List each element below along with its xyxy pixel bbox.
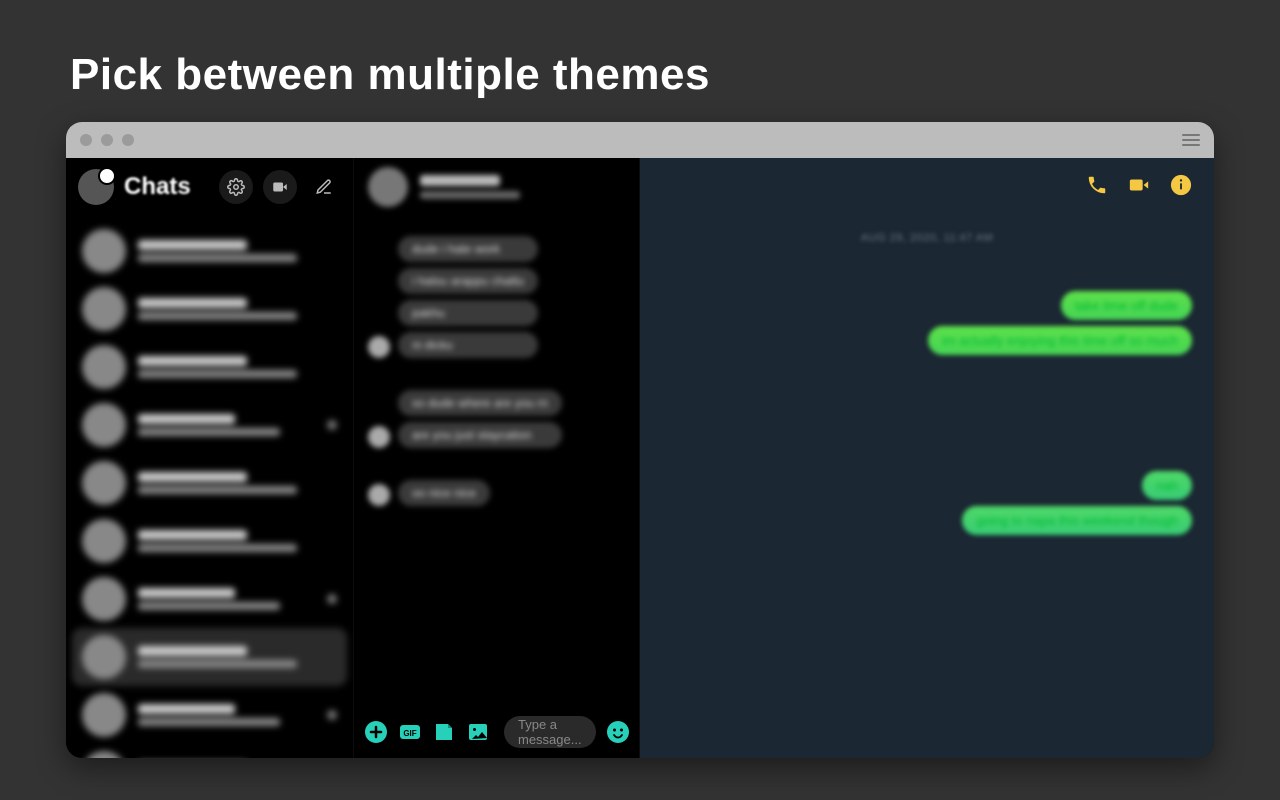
video-icon xyxy=(1128,174,1150,196)
chat-item[interactable] xyxy=(72,338,347,396)
outgoing-row: going to napa this weekend though xyxy=(662,506,1192,535)
outgoing-bubble: im actually enjoying this time off so mu… xyxy=(928,326,1192,355)
chats-title: Chats xyxy=(124,173,209,201)
video-call-button[interactable] xyxy=(1128,174,1150,201)
chat-item[interactable] xyxy=(72,744,347,758)
minimize-dot[interactable] xyxy=(101,134,113,146)
compose-button[interactable] xyxy=(307,170,341,204)
window-titlebar xyxy=(66,122,1214,158)
mid-column: dude i hate work i hatsu arappu chattu p… xyxy=(354,158,640,758)
incoming-bubble: so dude where are you rn xyxy=(398,390,562,416)
contact-avatar xyxy=(368,167,408,207)
incoming-bubble: pakhu xyxy=(398,300,538,326)
sender-avatar xyxy=(368,336,390,358)
chat-sidebar: Chats xyxy=(66,158,354,758)
sidebar-header: Chats xyxy=(66,158,353,216)
plus-circle-icon xyxy=(364,720,388,744)
sticker-button[interactable] xyxy=(432,718,456,746)
svg-text:GIF: GIF xyxy=(403,729,416,738)
outgoing-row: take time off dude xyxy=(662,291,1192,320)
new-video-room-button[interactable] xyxy=(263,170,297,204)
app-body: Chats xyxy=(66,158,1214,758)
gear-icon xyxy=(227,178,245,196)
image-icon xyxy=(466,720,490,744)
phone-icon xyxy=(1086,174,1108,196)
sender-avatar xyxy=(368,484,390,506)
outgoing-bubble: take time off dude xyxy=(1061,291,1192,320)
incoming-bubble: oo nice nice xyxy=(398,480,490,506)
incoming-bubble: i hatsu arappu chattu xyxy=(398,268,538,294)
maximize-dot[interactable] xyxy=(122,134,134,146)
chat-list[interactable] xyxy=(66,216,353,758)
incoming-group: oo nice nice xyxy=(368,480,625,506)
main-body[interactable]: AUG 29, 2020, 11:47 AM take time off dud… xyxy=(640,216,1214,758)
main-header xyxy=(640,158,1214,216)
chat-item[interactable] xyxy=(72,396,347,454)
incoming-bubble: dude i hate work xyxy=(398,236,538,262)
image-button[interactable] xyxy=(466,718,490,746)
voice-call-button[interactable] xyxy=(1086,174,1108,201)
chat-item[interactable] xyxy=(72,454,347,512)
chat-item[interactable] xyxy=(72,570,347,628)
info-button[interactable] xyxy=(1170,174,1192,201)
gif-button[interactable]: GIF xyxy=(398,718,422,746)
hamburger-menu[interactable] xyxy=(1182,134,1200,146)
video-plus-icon xyxy=(271,178,289,196)
smile-icon xyxy=(606,720,630,744)
chat-item-selected[interactable] xyxy=(72,628,347,686)
incoming-group: dude i hate work i hatsu arappu chattu p… xyxy=(368,236,625,358)
message-placeholder: Type a message... xyxy=(518,717,582,747)
sender-avatar xyxy=(368,426,390,448)
outgoing-row: nah xyxy=(662,471,1192,500)
outgoing-bubble: going to napa this weekend though xyxy=(962,506,1192,535)
incoming-bubble: ni dicku xyxy=(398,332,538,358)
close-dot[interactable] xyxy=(80,134,92,146)
outgoing-bubble: nah xyxy=(1142,471,1192,500)
chat-item[interactable] xyxy=(72,222,347,280)
chat-item[interactable] xyxy=(72,512,347,570)
gif-icon: GIF xyxy=(398,720,422,744)
composer: GIF Type a message... 😩 xyxy=(354,706,639,758)
user-avatar[interactable] xyxy=(78,169,114,205)
settings-button[interactable] xyxy=(219,170,253,204)
incoming-bubble: are you just staycation xyxy=(398,422,562,448)
app-window: Chats xyxy=(66,122,1214,758)
add-attachment-button[interactable] xyxy=(364,718,388,746)
mid-header[interactable] xyxy=(354,158,639,216)
main-column: AUG 29, 2020, 11:47 AM take time off dud… xyxy=(640,158,1214,758)
info-icon xyxy=(1170,174,1192,196)
mid-messages[interactable]: dude i hate work i hatsu arappu chattu p… xyxy=(354,216,639,706)
emoji-button[interactable] xyxy=(606,719,630,745)
incoming-group: so dude where are you rn are you just st… xyxy=(368,390,625,448)
outgoing-row: im actually enjoying this time off so mu… xyxy=(662,326,1192,355)
chat-item[interactable] xyxy=(72,280,347,338)
timestamp: AUG 29, 2020, 11:47 AM xyxy=(662,232,1192,244)
traffic-lights[interactable] xyxy=(80,134,134,146)
message-input[interactable]: Type a message... xyxy=(504,716,596,748)
chat-item[interactable] xyxy=(72,686,347,744)
page-title: Pick between multiple themes xyxy=(70,50,710,100)
sticker-icon xyxy=(432,720,456,744)
compose-icon xyxy=(315,178,333,196)
